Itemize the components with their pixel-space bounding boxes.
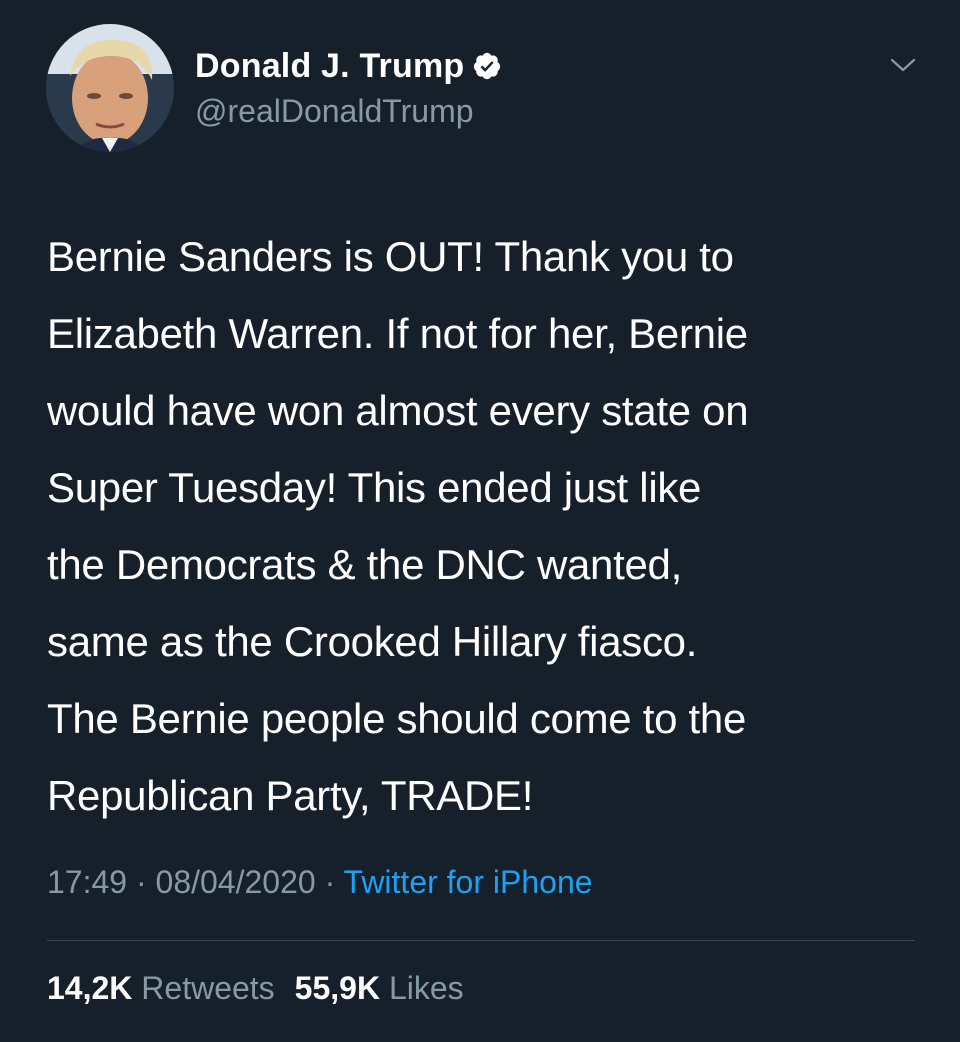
tweet-time[interactable]: 17:49 xyxy=(47,864,127,900)
tweet-date[interactable]: 08/04/2020 xyxy=(156,864,316,900)
author-handle[interactable]: @realDonaldTrump xyxy=(195,93,474,130)
avatar-image xyxy=(46,24,174,152)
likes-label: Likes xyxy=(388,970,464,1006)
meta-separator: · xyxy=(315,864,344,900)
tweet-source-link[interactable]: Twitter for iPhone xyxy=(344,864,593,900)
retweets-label: Retweets xyxy=(141,970,275,1006)
likes-count: 55,9K xyxy=(294,970,381,1006)
author-name-row: Donald J. Trump xyxy=(195,44,502,88)
tweet-stats: 14,2K Retweets 55,9K Likes xyxy=(47,970,464,1007)
divider xyxy=(47,940,915,941)
likes-stat[interactable]: 55,9K Likes xyxy=(295,970,464,1007)
avatar[interactable] xyxy=(46,24,174,152)
retweets-count: 14,2K xyxy=(47,970,133,1006)
chevron-down-icon[interactable] xyxy=(886,54,920,78)
tweet-meta: 17:49 · 08/04/2020 · Twitter for iPhone xyxy=(47,864,593,901)
retweets-stat[interactable]: 14,2K Retweets xyxy=(47,970,275,1007)
meta-separator: · xyxy=(127,864,156,900)
verified-badge-icon xyxy=(472,51,502,81)
tweet-text: Bernie Sanders is OUT! Thank you to Eliz… xyxy=(47,233,749,819)
author-display-name[interactable]: Donald J. Trump xyxy=(195,47,464,86)
